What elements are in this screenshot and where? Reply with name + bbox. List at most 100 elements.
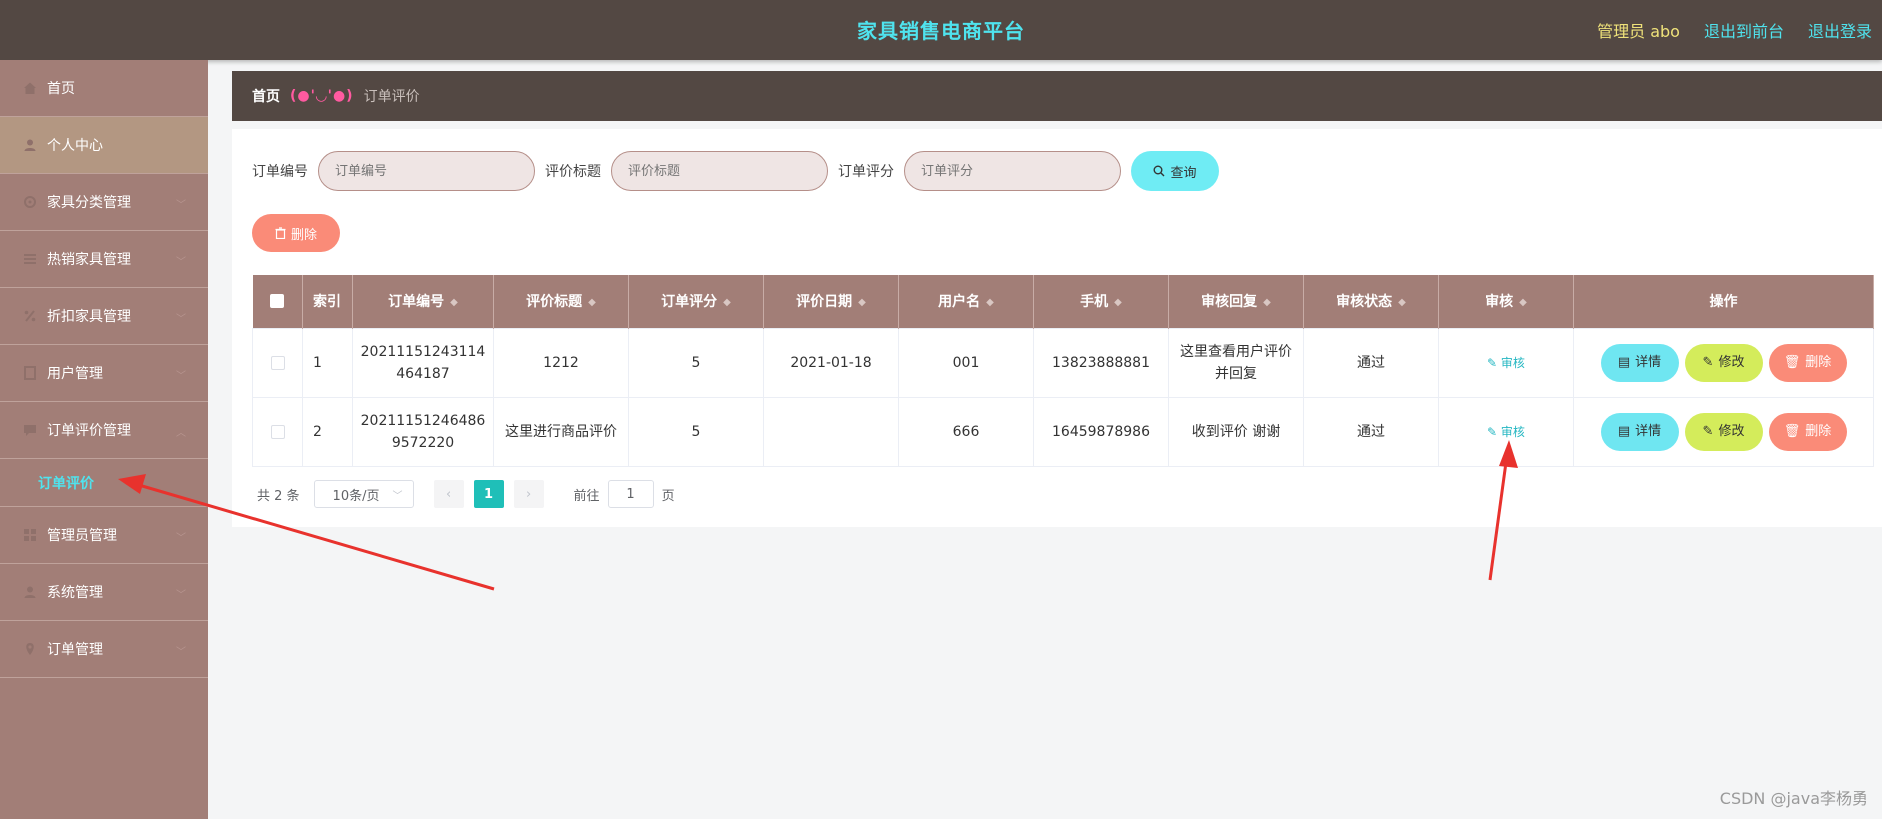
sidebar-item-system-management[interactable]: 系统管理 ﹀ — [0, 564, 208, 621]
sort-icon[interactable]: ◆ — [1263, 297, 1271, 308]
sidebar-item-personal-center[interactable]: 个人中心 — [0, 117, 208, 174]
column-header: 索引 — [302, 275, 353, 328]
sidebar-item-category-management[interactable]: 家具分类管理 ﹀ — [0, 174, 208, 231]
sidebar-item-user-management[interactable]: 用户管理 ﹀ — [0, 345, 208, 402]
table-header-row: 索引 订单编号 ◆ 评价标题 ◆ 订单评分 ◆ 评价日期 ◆ 用户名 ◆ 手机 ◆ 审核回复… — [252, 275, 1874, 328]
index-cell: 1 — [302, 327, 353, 398]
column-header[interactable]: 订单评分 ◆ — [628, 275, 764, 328]
reply-line: 并回复 — [1215, 365, 1257, 382]
page-number-current[interactable]: 1 — [473, 480, 504, 508]
column-header[interactable]: 审核 ◆ — [1438, 275, 1574, 328]
detail-button[interactable]: ▤ 详情 — [1600, 343, 1679, 382]
select-all-checkbox[interactable] — [270, 294, 285, 309]
order-score-label: 订单评分 — [838, 164, 894, 180]
goto-page-input[interactable]: 1 — [607, 480, 654, 508]
column-header-label: 审核 — [1485, 294, 1514, 311]
order-no-cell: 20211151246486 9572220 — [352, 396, 494, 467]
discount-icon — [22, 308, 38, 324]
column-header[interactable]: 手机 ◆ — [1033, 275, 1169, 328]
delete-button-label: 删除 — [1805, 354, 1832, 370]
pagination: 共 2 条 10条/页 ﹀ ‹ 1 › 前往 1 页 — [257, 480, 675, 508]
search-form: 订单编号 评价标题 订单评分 查询 — [252, 151, 1219, 191]
logout-link[interactable]: 退出登录 — [1808, 18, 1872, 42]
detail-button[interactable]: ▤ 详情 — [1600, 412, 1679, 451]
user-icon — [22, 137, 38, 153]
sidebar-item-label: 系统管理 — [47, 585, 103, 601]
column-header[interactable]: 用户名 ◆ — [898, 275, 1034, 328]
prev-page-button[interactable]: ‹ — [433, 480, 464, 508]
page-size-value: 10条/页 — [332, 488, 380, 504]
goto-label: 前往 — [573, 488, 600, 504]
sidebar-item-hot-furniture[interactable]: 热销家具管理 ﹀ — [0, 231, 208, 288]
chevron-down-icon: ﹀ — [176, 371, 186, 382]
chevron-down-icon: ﹀ — [176, 314, 186, 325]
sidebar-item-admin-management[interactable]: 管理员管理 ﹀ — [0, 507, 208, 564]
column-header-label: 审核回复 — [1201, 294, 1258, 311]
sort-icon[interactable]: ◆ — [450, 297, 458, 308]
sidebar-item-label: 订单管理 — [47, 642, 103, 658]
chevron-up-icon: ︿ — [176, 428, 186, 439]
actions-cell: ▤ 详情 ✎ 修改 🗑 删除 — [1573, 396, 1874, 467]
edit-icon: ✎ — [1487, 355, 1501, 370]
table-row: 2 20211151246486 9572220 这里进行商品评价 5 666 1… — [252, 396, 1874, 467]
column-header[interactable]: 订单编号 ◆ — [352, 275, 494, 328]
phone-cell: 16459878986 — [1033, 396, 1169, 467]
column-header[interactable]: 审核回复 ◆ — [1168, 275, 1304, 328]
sidebar-item-label: 用户管理 — [47, 366, 103, 382]
review-title-cell: 1212 — [493, 327, 629, 398]
sort-icon[interactable]: ◆ — [588, 297, 596, 308]
sort-icon[interactable]: ◆ — [723, 297, 731, 308]
query-button[interactable]: 查询 — [1131, 151, 1219, 191]
exit-to-front-link[interactable]: 退出到前台 — [1704, 18, 1784, 42]
sort-icon[interactable]: ◆ — [1519, 297, 1527, 308]
sidebar-item-home[interactable]: 首页 — [0, 60, 208, 117]
batch-delete-button[interactable]: 删除 — [252, 214, 340, 252]
chevron-down-icon: ﹀ — [176, 257, 186, 268]
sort-icon[interactable]: ◆ — [1398, 297, 1406, 308]
document-icon — [22, 365, 38, 381]
sort-icon[interactable]: ◆ — [858, 297, 866, 308]
order-no-input[interactable] — [318, 151, 535, 191]
breadcrumb: 首页 (●'◡'●) 订单评价 — [232, 71, 1882, 121]
row-checkbox[interactable] — [270, 355, 285, 370]
reply-cell: 收到评价 谢谢 — [1168, 396, 1304, 467]
sidebar-item-discount-furniture[interactable]: 折扣家具管理 ﹀ — [0, 288, 208, 345]
next-page-button[interactable]: › — [513, 480, 544, 508]
edit-button[interactable]: ✎ 修改 — [1684, 343, 1763, 382]
sidebar-item-order-management[interactable]: 订单管理 ﹀ — [0, 621, 208, 678]
page-size-select[interactable]: 10条/页 ﹀ — [313, 480, 414, 508]
delete-button[interactable]: 🗑 删除 — [1768, 343, 1847, 382]
audit-link[interactable]: ✎ 审核 — [1487, 356, 1525, 370]
edit-button-label: 修改 — [1718, 354, 1745, 370]
list-icon — [22, 251, 38, 267]
column-header[interactable]: 审核状态 ◆ — [1303, 275, 1439, 328]
page-unit-label: 页 — [661, 488, 675, 504]
edit-button[interactable]: ✎ 修改 — [1684, 412, 1763, 451]
sidebar-item-order-review-management[interactable]: 订单评价管理 ︿ — [0, 402, 208, 459]
audit-label: 审核 — [1500, 355, 1525, 370]
audit-link[interactable]: ✎ 审核 — [1487, 425, 1525, 439]
column-header-label: 订单编号 — [388, 294, 445, 311]
top-bar: 家具销售电商平台 管理员 abo 退出到前台 退出登录 — [0, 0, 1882, 60]
delete-button[interactable]: 🗑 删除 — [1768, 412, 1847, 451]
total-count: 共 2 条 — [257, 488, 300, 504]
review-title-input[interactable] — [611, 151, 828, 191]
row-checkbox[interactable] — [270, 424, 285, 439]
breadcrumb-home[interactable]: 首页 — [252, 86, 280, 106]
order-score-input[interactable] — [904, 151, 1121, 191]
grid-icon — [22, 527, 38, 543]
review-title-label: 评价标题 — [545, 164, 601, 180]
sort-icon[interactable]: ◆ — [986, 297, 994, 308]
sidebar-subitem-order-review[interactable]: 订单评价 — [0, 459, 208, 507]
admin-label: 管理员 abo — [1597, 22, 1680, 41]
search-icon — [1153, 165, 1165, 177]
batch-delete-label: 删除 — [290, 227, 317, 243]
document-icon: ▤ — [1617, 423, 1631, 439]
column-header-label: 审核状态 — [1336, 294, 1393, 311]
audit-cell: ✎ 审核 — [1438, 396, 1574, 467]
column-header-label: 评价标题 — [526, 294, 583, 311]
column-header[interactable]: 评价日期 ◆ — [763, 275, 899, 328]
status-cell: 通过 — [1303, 396, 1439, 467]
column-header[interactable]: 评价标题 ◆ — [493, 275, 629, 328]
sort-icon[interactable]: ◆ — [1114, 297, 1122, 308]
